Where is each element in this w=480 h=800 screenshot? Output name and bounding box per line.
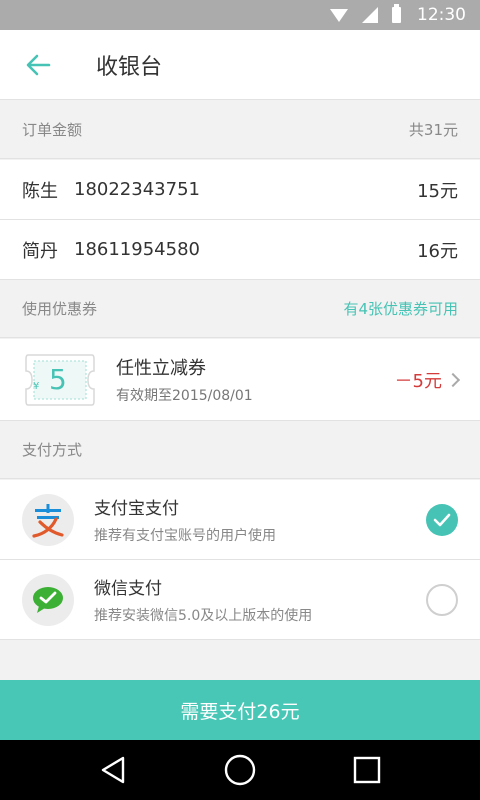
payment-label: 支付方式	[22, 441, 83, 459]
radio-checked[interactable]	[426, 503, 458, 536]
nav-recents-button[interactable]	[342, 745, 392, 795]
check-icon	[433, 513, 451, 526]
payment-subtitle: 推荐有支付宝账号的用户使用	[94, 528, 276, 544]
order-row-name: 简丹	[22, 240, 58, 262]
page-title: 收银台	[96, 54, 163, 80]
triangle-back-icon	[102, 756, 125, 784]
pay-button[interactable]: 需要支付26元	[0, 680, 480, 740]
payment-text: 支付宝支付 推荐有支付宝账号的用户使用	[94, 494, 426, 545]
order-total: 共31元	[408, 121, 458, 139]
system-nav-bar	[0, 740, 480, 800]
coupon-title: 任性立减券	[116, 358, 206, 379]
payment-subtitle: 推荐安装微信5.0及以上版本的使用	[94, 608, 313, 624]
order-row: 简丹 18611954580 16元	[0, 220, 480, 280]
coupon-face-value: 5	[49, 362, 67, 396]
nav-back-button[interactable]	[88, 745, 138, 795]
order-row-phone: 18022343751	[74, 179, 200, 200]
order-row-name: 陈生	[22, 180, 58, 202]
signal-icon	[362, 7, 378, 23]
payment-title: 微信支付	[94, 579, 162, 599]
coupon-item[interactable]: ¥ 5 任性立减券 有效期至2015/08/01 －5元	[0, 339, 480, 421]
payment-option-wechat[interactable]: 微信支付 推荐安装微信5.0及以上版本的使用	[0, 560, 480, 640]
coupon-expiry: 有效期至2015/08/01	[116, 388, 253, 404]
arrow-left-icon	[26, 54, 51, 75]
coupon-info: 任性立减券 有效期至2015/08/01	[116, 354, 395, 405]
wifi-icon	[330, 8, 348, 22]
battery-icon	[392, 4, 401, 23]
payment-text: 微信支付 推荐安装微信5.0及以上版本的使用	[94, 574, 426, 625]
order-row: 陈生 18022343751 15元	[0, 160, 480, 220]
app-header: 收银台	[0, 30, 480, 100]
alipay-icon	[22, 493, 74, 546]
coupon-discount: －5元	[394, 370, 442, 392]
payment-option-alipay[interactable]: 支付宝支付 推荐有支付宝账号的用户使用	[0, 480, 480, 560]
coupon-label: 使用优惠券	[22, 300, 98, 318]
payment-section-header: 支付方式	[0, 421, 480, 479]
coupon-currency: ¥	[33, 380, 40, 392]
status-bar: 12:30	[0, 0, 480, 30]
coupon-section-header: 使用优惠券 有4张优惠券可用	[0, 280, 480, 338]
status-time: 12:30	[417, 5, 466, 25]
circle-home-icon	[224, 754, 256, 786]
square-recents-icon	[353, 756, 380, 784]
back-button[interactable]	[0, 30, 76, 100]
order-amount-label: 订单金额	[22, 121, 83, 139]
order-row-phone: 18611954580	[74, 239, 200, 260]
order-row-amount: 15元	[417, 180, 458, 202]
coupon-available-link[interactable]: 有4张优惠券可用	[343, 298, 458, 319]
wechat-icon	[22, 573, 74, 626]
nav-home-button[interactable]	[215, 745, 265, 795]
payment-title: 支付宝支付	[94, 499, 179, 519]
order-row-amount: 16元	[417, 240, 458, 262]
order-section-header: 订单金额 共31元	[0, 101, 480, 159]
radio-unchecked[interactable]	[426, 583, 458, 616]
coupon-ticket-icon: ¥ 5	[22, 351, 98, 409]
chevron-right-icon	[445, 372, 461, 387]
